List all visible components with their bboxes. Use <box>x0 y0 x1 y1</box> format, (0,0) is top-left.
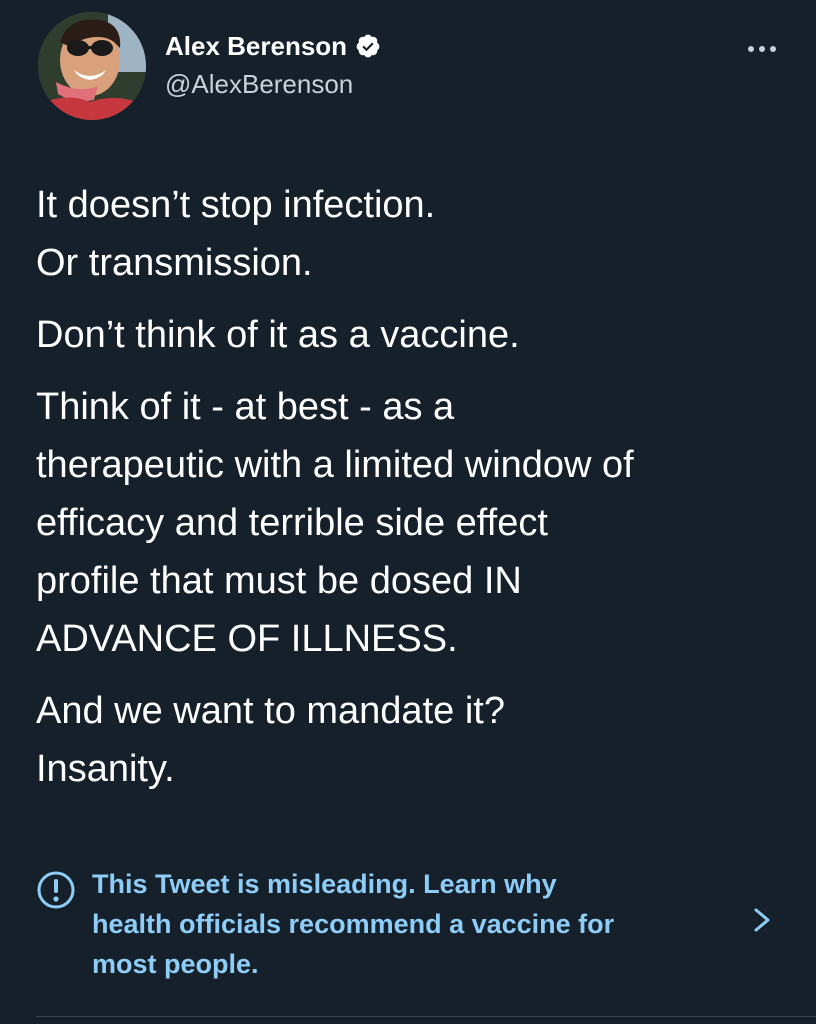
misleading-notice-text[interactable]: This Tweet is misleading. Learn why heal… <box>92 864 732 984</box>
tweet-line: ADVANCE OF ILLNESS. <box>36 618 458 660</box>
tweet-header: Alex Berenson @AlexBerenson <box>38 12 786 124</box>
handle[interactable]: @AlexBerenson <box>165 66 381 102</box>
tweet-line: therapeutic with a limited window of <box>36 444 634 486</box>
tweet-paragraph: Think of it - at best - as a therapeutic… <box>36 378 796 668</box>
more-dot <box>770 46 776 52</box>
divider <box>36 1016 816 1017</box>
tweet-card: Alex Berenson @AlexBerenson It doesn’t s… <box>0 0 816 1024</box>
tweet-paragraph: Don’t think of it as a vaccine. <box>36 306 796 364</box>
author-names: Alex Berenson @AlexBerenson <box>165 28 381 102</box>
display-name-row: Alex Berenson <box>165 28 381 64</box>
notice-line: most people. <box>92 949 259 979</box>
tweet-paragraph: It doesn’t stop infection. Or transmissi… <box>36 176 796 292</box>
tweet-line: profile that must be dosed IN <box>36 560 522 602</box>
chevron-right-icon[interactable] <box>750 904 774 936</box>
tweet-paragraph: And we want to mandate it? Insanity. <box>36 682 796 798</box>
tweet-line: efficacy and terrible side effect <box>36 502 548 544</box>
notice-line: This Tweet is misleading. Learn why <box>92 869 557 899</box>
tweet-line: Or transmission. <box>36 242 313 284</box>
more-dot <box>748 46 754 52</box>
display-name[interactable]: Alex Berenson <box>165 28 347 64</box>
tweet-line: It doesn’t stop infection. <box>36 184 436 226</box>
avatar[interactable] <box>38 12 146 120</box>
misleading-notice-link[interactable]: This Tweet is misleading. Learn why heal… <box>36 864 786 984</box>
profile-photo <box>38 12 146 120</box>
tweet-text: It doesn’t stop infection. Or transmissi… <box>36 176 796 812</box>
more-dot <box>759 46 765 52</box>
verified-badge-icon <box>356 34 380 58</box>
tweet-line: Think of it - at best - as a <box>36 386 455 428</box>
more-options-icon[interactable] <box>738 34 786 64</box>
tweet-line: Don’t think of it as a vaccine. <box>36 314 520 356</box>
tweet-line: Insanity. <box>36 748 175 790</box>
tweet-line: And we want to mandate it? <box>36 690 505 732</box>
notice-line: health officials recommend a vaccine for <box>92 909 615 939</box>
exclamation-circle-icon <box>37 871 75 909</box>
